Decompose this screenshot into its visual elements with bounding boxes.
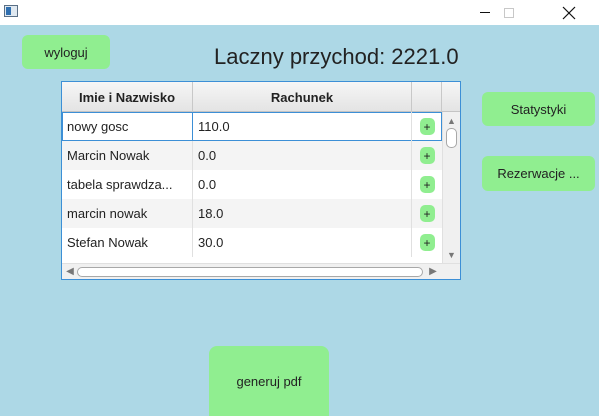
- bill-cell[interactable]: 18.0: [193, 199, 412, 228]
- add-charge-button[interactable]: +: [419, 205, 435, 222]
- maximize-icon: [504, 7, 514, 18]
- table-row[interactable]: nowy gosc 110.0 +: [62, 112, 442, 141]
- guest-name-cell[interactable]: nowy gosc: [62, 112, 193, 141]
- table-body: nowy gosc 110.0 + Marcin Nowak 0.0 + tab…: [62, 112, 442, 262]
- column-header-bill[interactable]: Rachunek: [193, 82, 412, 112]
- bill-cell[interactable]: 0.0: [193, 170, 412, 199]
- table-header: Imie i Nazwisko Rachunek: [62, 82, 460, 112]
- column-header-name[interactable]: Imie i Nazwisko: [62, 82, 193, 112]
- scroll-left-icon[interactable]: ◀: [63, 264, 77, 279]
- logout-button[interactable]: wyloguj: [22, 35, 110, 69]
- statistics-button[interactable]: Statystyki: [482, 92, 595, 126]
- app-window-icon: [4, 5, 18, 17]
- add-charge-button[interactable]: +: [419, 176, 435, 193]
- scroll-right-icon[interactable]: ▶: [426, 264, 440, 279]
- action-cell: +: [412, 141, 442, 170]
- table-row[interactable]: tabela sprawdza... 0.0 +: [62, 170, 442, 199]
- guests-table[interactable]: Imie i Nazwisko Rachunek nowy gosc 110.0…: [61, 81, 461, 280]
- table-row[interactable]: Marcin Nowak 0.0 +: [62, 141, 442, 170]
- total-revenue-label: Laczny przychod: 2221.0: [214, 44, 459, 69]
- action-cell: +: [412, 228, 442, 257]
- maximize-button[interactable]: [486, 0, 532, 25]
- bill-cell[interactable]: 30.0: [193, 228, 412, 257]
- generate-pdf-button[interactable]: generuj pdf: [209, 346, 329, 416]
- scroll-down-icon[interactable]: ▼: [443, 248, 460, 262]
- horizontal-scroll-thumb[interactable]: [77, 267, 423, 277]
- action-cell: +: [412, 112, 442, 141]
- horizontal-scrollbar[interactable]: ◀ ▶: [62, 263, 460, 279]
- action-cell: +: [412, 170, 442, 199]
- vertical-scroll-thumb[interactable]: [446, 128, 457, 148]
- reservations-button[interactable]: Rezerwacje ...: [482, 156, 595, 191]
- add-charge-button[interactable]: +: [419, 147, 435, 164]
- add-charge-button[interactable]: +: [419, 234, 435, 251]
- guest-name-cell[interactable]: marcin nowak: [62, 199, 193, 228]
- column-header-action[interactable]: [412, 82, 442, 112]
- table-row[interactable]: Stefan Nowak 30.0 +: [62, 228, 442, 257]
- scroll-up-icon[interactable]: ▲: [443, 114, 460, 128]
- action-cell: +: [412, 199, 442, 228]
- vertical-scrollbar[interactable]: ▲ ▼: [442, 112, 460, 263]
- add-charge-button[interactable]: +: [419, 118, 435, 135]
- title-bar: [0, 0, 599, 25]
- guest-name-cell[interactable]: Stefan Nowak: [62, 228, 193, 257]
- close-icon: [562, 6, 576, 19]
- table-row[interactable]: marcin nowak 18.0 +: [62, 199, 442, 228]
- close-button[interactable]: [546, 0, 592, 25]
- bill-cell[interactable]: 110.0: [193, 112, 412, 141]
- bill-cell[interactable]: 0.0: [193, 141, 412, 170]
- guest-name-cell[interactable]: Marcin Nowak: [62, 141, 193, 170]
- guest-name-cell[interactable]: tabela sprawdza...: [62, 170, 193, 199]
